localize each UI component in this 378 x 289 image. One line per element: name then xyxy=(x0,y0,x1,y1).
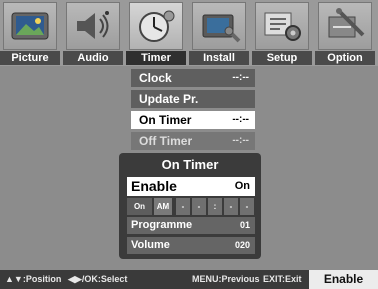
select-hint: ◀▶/OK:Select xyxy=(68,274,128,284)
tab-option[interactable]: Option xyxy=(315,2,375,65)
timer-submenu: Clock --:-- Update Pr. On Timer --:-- Of… xyxy=(131,69,255,153)
tv-menu-screen: Picture Audio Timer Install Setup Option… xyxy=(0,0,378,289)
tab-timer[interactable]: Timer xyxy=(126,2,186,65)
audio-icon xyxy=(66,2,120,50)
install-icon xyxy=(192,2,246,50)
main-tab-bar: Picture Audio Timer Install Setup Option xyxy=(0,0,378,66)
tab-label: Option xyxy=(315,51,375,65)
tab-label: Install xyxy=(189,51,249,65)
submenu-item-value: --:-- xyxy=(232,135,249,146)
time-separator: : xyxy=(208,198,222,215)
hour-digit[interactable]: - xyxy=(176,198,190,215)
ampm-selector[interactable]: AM xyxy=(154,198,172,215)
on-time-row[interactable]: On Time AM - - : - - xyxy=(127,198,255,228)
volume-row[interactable]: Volume 020 xyxy=(127,237,255,254)
enable-row[interactable]: Enable On xyxy=(127,177,255,196)
setup-icon xyxy=(255,2,309,50)
tab-setup[interactable]: Setup xyxy=(252,2,312,65)
submenu-item-on-timer[interactable]: On Timer --:-- xyxy=(131,111,255,129)
volume-label: Volume xyxy=(131,239,170,251)
selected-item-indicator: Enable xyxy=(309,270,378,289)
picture-icon xyxy=(3,2,57,50)
programme-row[interactable]: Programme 01 xyxy=(127,217,255,234)
tab-label: Setup xyxy=(252,51,312,65)
tab-label: Timer xyxy=(126,51,186,65)
submenu-item-label: Update Pr. xyxy=(139,92,199,106)
previous-hint: MENU:Previous xyxy=(192,274,260,284)
tab-audio[interactable]: Audio xyxy=(63,2,123,65)
option-icon xyxy=(318,2,372,50)
submenu-item-label: Off Timer xyxy=(139,134,193,148)
submenu-item-value: --:-- xyxy=(232,114,249,125)
programme-value: 01 xyxy=(239,220,250,230)
panel-title: On Timer xyxy=(161,157,219,172)
tab-picture[interactable]: Picture xyxy=(0,2,60,65)
programme-label: Programme xyxy=(131,219,193,231)
position-hint: ▲▼:Position xyxy=(5,274,62,284)
submenu-item-off-timer[interactable]: Off Timer --:-- xyxy=(131,132,255,150)
submenu-item-clock[interactable]: Clock --:-- xyxy=(131,69,255,87)
help-bar: ▲▼:Position ◀▶/OK:Select MENU:Previous E… xyxy=(0,270,378,289)
minute-digit[interactable]: - xyxy=(240,198,254,215)
on-timer-panel: On Timer Enable On On Time AM - - : - - … xyxy=(119,153,261,259)
tab-install[interactable]: Install xyxy=(189,2,249,65)
timer-icon xyxy=(129,2,183,50)
minute-digit[interactable]: - xyxy=(224,198,238,215)
submenu-item-label: Clock xyxy=(139,71,172,85)
volume-value: 020 xyxy=(234,240,250,250)
submenu-item-value: --:-- xyxy=(232,72,249,83)
hour-digit[interactable]: - xyxy=(192,198,206,215)
enable-label: Enable xyxy=(131,178,177,194)
tab-label: Picture xyxy=(0,51,60,65)
submenu-item-label: On Timer xyxy=(139,113,192,127)
enable-value: On xyxy=(234,180,250,192)
exit-hint: EXIT:Exit xyxy=(263,274,302,284)
submenu-item-update-pr[interactable]: Update Pr. xyxy=(131,90,255,108)
tab-label: Audio xyxy=(63,51,123,65)
on-time-label: On Time xyxy=(127,198,152,228)
